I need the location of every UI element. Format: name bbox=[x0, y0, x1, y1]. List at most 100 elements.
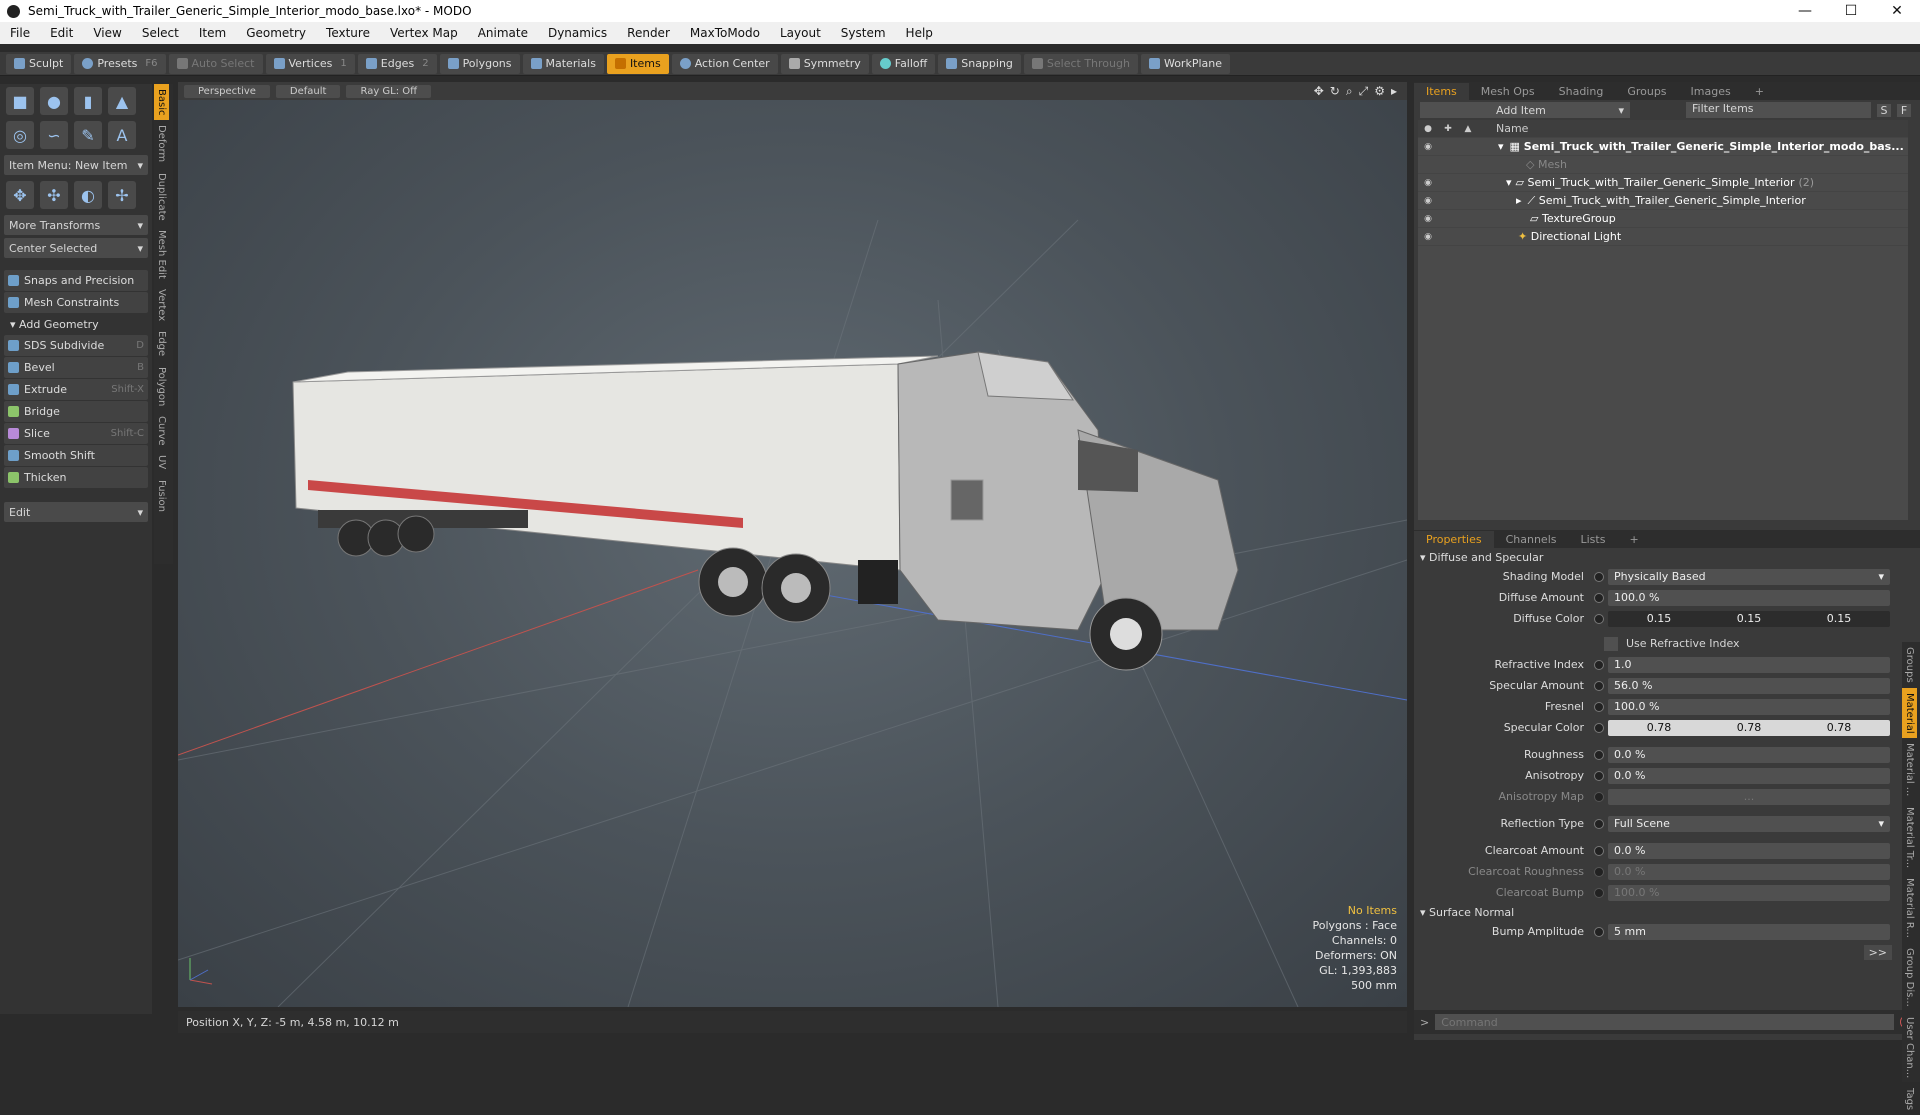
eye-icon[interactable]: ◉ bbox=[1418, 178, 1438, 188]
rotate-icon[interactable]: ✣ bbox=[40, 181, 68, 209]
fit-icon[interactable]: ⤢ bbox=[1359, 84, 1369, 99]
add-item-dropdown[interactable]: Add Item ▾ bbox=[1420, 102, 1630, 118]
f-button[interactable]: F bbox=[1897, 103, 1911, 117]
close-button[interactable]: ✕ bbox=[1874, 3, 1920, 19]
tab-items[interactable]: Items bbox=[1414, 83, 1469, 100]
menu-geometry[interactable]: Geometry bbox=[236, 26, 316, 40]
bevel-button[interactable]: Bevel B bbox=[4, 357, 148, 378]
diffuse-color-field[interactable]: 0.15 0.15 0.15 bbox=[1608, 610, 1890, 627]
menu-render[interactable]: Render bbox=[617, 26, 680, 40]
menu-animate[interactable]: Animate bbox=[468, 26, 538, 40]
roughness-field[interactable]: 0.0 % bbox=[1608, 746, 1890, 763]
anim-dot-icon[interactable] bbox=[1594, 722, 1604, 733]
sphere-icon[interactable]: ● bbox=[40, 87, 68, 115]
clearcoat-roughness-field[interactable]: 0.0 % bbox=[1608, 863, 1890, 880]
default-shading-button[interactable]: Default bbox=[275, 84, 341, 98]
menu-file[interactable]: File bbox=[0, 26, 40, 40]
rvtab-material-2[interactable]: Material ... bbox=[1902, 738, 1917, 801]
play-icon[interactable]: ▸ bbox=[1391, 84, 1397, 99]
menu-vertex-map[interactable]: Vertex Map bbox=[380, 26, 468, 40]
anim-dot-icon[interactable] bbox=[1594, 613, 1604, 624]
materials-button[interactable]: Materials bbox=[522, 53, 604, 74]
menu-help[interactable]: Help bbox=[896, 26, 943, 40]
tree-row-directional-light[interactable]: ◉ ✦ Directional Light bbox=[1418, 228, 1908, 246]
chevron-down-icon[interactable]: ▾ bbox=[1506, 176, 1512, 189]
falloff-button[interactable]: Falloff bbox=[871, 53, 936, 74]
fresnel-field[interactable]: 100.0 % bbox=[1608, 698, 1890, 715]
add-geometry-section[interactable]: ▾ Add Geometry bbox=[4, 315, 148, 333]
tab-add-properties[interactable]: + bbox=[1617, 531, 1650, 548]
select-through-button[interactable]: Select Through bbox=[1023, 53, 1138, 74]
vtab-curve[interactable]: Curve bbox=[154, 411, 169, 451]
clearcoat-amount-field[interactable]: 0.0 % bbox=[1608, 842, 1890, 859]
smooth-shift-button[interactable]: Smooth Shift bbox=[4, 445, 148, 466]
torus-icon[interactable]: ◎ bbox=[6, 121, 34, 149]
tree-row-scene[interactable]: ◉ ▾ ▦ Semi_Truck_with_Trailer_Generic_Si… bbox=[1418, 138, 1908, 156]
eye-icon[interactable]: ◉ bbox=[1418, 232, 1438, 242]
menu-maxtomodo[interactable]: MaxToModo bbox=[680, 26, 770, 40]
anisotropy-map-field[interactable]: ... bbox=[1608, 788, 1890, 805]
mesh-constraints-button[interactable]: Mesh Constraints bbox=[4, 292, 148, 313]
minimize-button[interactable]: — bbox=[1782, 3, 1828, 19]
anim-dot-icon[interactable] bbox=[1594, 701, 1604, 712]
sds-subdivide-button[interactable]: SDS Subdivide D bbox=[4, 335, 148, 356]
bridge-button[interactable]: Bridge bbox=[4, 401, 148, 422]
s-button[interactable]: S bbox=[1877, 103, 1891, 117]
maximize-button[interactable]: ☐ bbox=[1828, 3, 1874, 19]
tree-row-mesh[interactable]: ◇ Mesh bbox=[1418, 156, 1908, 174]
cone-icon[interactable]: ▲ bbox=[108, 87, 136, 115]
menu-system[interactable]: System bbox=[831, 26, 896, 40]
clearcoat-bump-field[interactable]: 100.0 % bbox=[1608, 884, 1890, 901]
items-button[interactable]: Items bbox=[606, 53, 669, 74]
use-refractive-checkbox[interactable] bbox=[1604, 636, 1618, 651]
vtab-duplicate[interactable]: Duplicate bbox=[154, 168, 169, 226]
anim-dot-icon[interactable] bbox=[1594, 680, 1604, 691]
shading-model-select[interactable]: Physically Based ▾ bbox=[1608, 568, 1890, 585]
sculpt-button[interactable]: Sculpt bbox=[6, 53, 72, 74]
tab-mesh-ops[interactable]: Mesh Ops bbox=[1469, 83, 1547, 100]
anim-dot-icon[interactable] bbox=[1594, 845, 1604, 856]
vtab-basic[interactable]: Basic bbox=[154, 84, 169, 121]
3d-viewport[interactable]: Perspective Default Ray GL: Off ✥ ↻ ⌕ ⤢ … bbox=[178, 82, 1407, 1007]
menu-view[interactable]: View bbox=[83, 26, 131, 40]
vtab-edge[interactable]: Edge bbox=[154, 326, 169, 361]
snapping-button[interactable]: Snapping bbox=[938, 53, 1021, 74]
polygons-button[interactable]: Polygons bbox=[439, 53, 520, 74]
tube-icon[interactable]: ∽ bbox=[40, 121, 68, 149]
rvtab-material-tr[interactable]: Material Tr... bbox=[1902, 802, 1917, 873]
vtab-deform[interactable]: Deform bbox=[154, 120, 169, 167]
slice-button[interactable]: Slice Shift-C bbox=[4, 423, 148, 444]
anim-dot-icon[interactable] bbox=[1594, 770, 1604, 781]
anisotropy-field[interactable]: 0.0 % bbox=[1608, 767, 1890, 784]
menu-item[interactable]: Item bbox=[189, 26, 236, 40]
snaps-precision-button[interactable]: Snaps and Precision bbox=[4, 270, 148, 291]
vtab-mesh-edit[interactable]: Mesh Edit bbox=[154, 225, 169, 284]
edit-dropdown[interactable]: Edit ▾ bbox=[4, 502, 148, 522]
rvtab-user-chan[interactable]: User Chan... bbox=[1902, 1012, 1917, 1083]
edges-button[interactable]: Edges 2 bbox=[357, 53, 437, 74]
transform-icon[interactable]: ✢ bbox=[108, 181, 136, 209]
tree-row-group[interactable]: ◉ ▾ ▱ Semi_Truck_with_Trailer_Generic_Si… bbox=[1418, 174, 1908, 192]
tab-shading[interactable]: Shading bbox=[1547, 83, 1616, 100]
menu-dynamics[interactable]: Dynamics bbox=[538, 26, 617, 40]
command-input[interactable] bbox=[1435, 1014, 1894, 1030]
specular-color-field[interactable]: 0.78 0.78 0.78 bbox=[1608, 719, 1890, 736]
tab-properties[interactable]: Properties bbox=[1414, 531, 1494, 548]
reflection-type-select[interactable]: Full Scene ▾ bbox=[1608, 815, 1890, 832]
anim-dot-icon[interactable] bbox=[1594, 659, 1604, 670]
rvtab-tags[interactable]: Tags bbox=[1902, 1083, 1917, 1115]
tree-row-texture-group[interactable]: ◉ ▱ TextureGroup bbox=[1418, 210, 1908, 228]
center-selected-dropdown[interactable]: Center Selected ▾ bbox=[4, 238, 148, 258]
eye-icon[interactable]: ◉ bbox=[1418, 214, 1438, 224]
specular-amount-field[interactable]: 56.0 % bbox=[1608, 677, 1890, 694]
chevron-right-icon[interactable]: ▸ bbox=[1516, 194, 1522, 207]
tab-images[interactable]: Images bbox=[1679, 83, 1743, 100]
text-icon[interactable]: A bbox=[108, 121, 136, 149]
vertices-button[interactable]: Vertices 1 bbox=[265, 53, 355, 74]
tab-channels[interactable]: Channels bbox=[1494, 531, 1569, 548]
move-icon[interactable]: ✥ bbox=[6, 181, 34, 209]
thicken-button[interactable]: Thicken bbox=[4, 467, 148, 488]
rvtab-groups[interactable]: Groups bbox=[1902, 642, 1917, 688]
rvtab-material[interactable]: Material bbox=[1902, 687, 1917, 739]
perspective-button[interactable]: Perspective bbox=[184, 84, 270, 98]
